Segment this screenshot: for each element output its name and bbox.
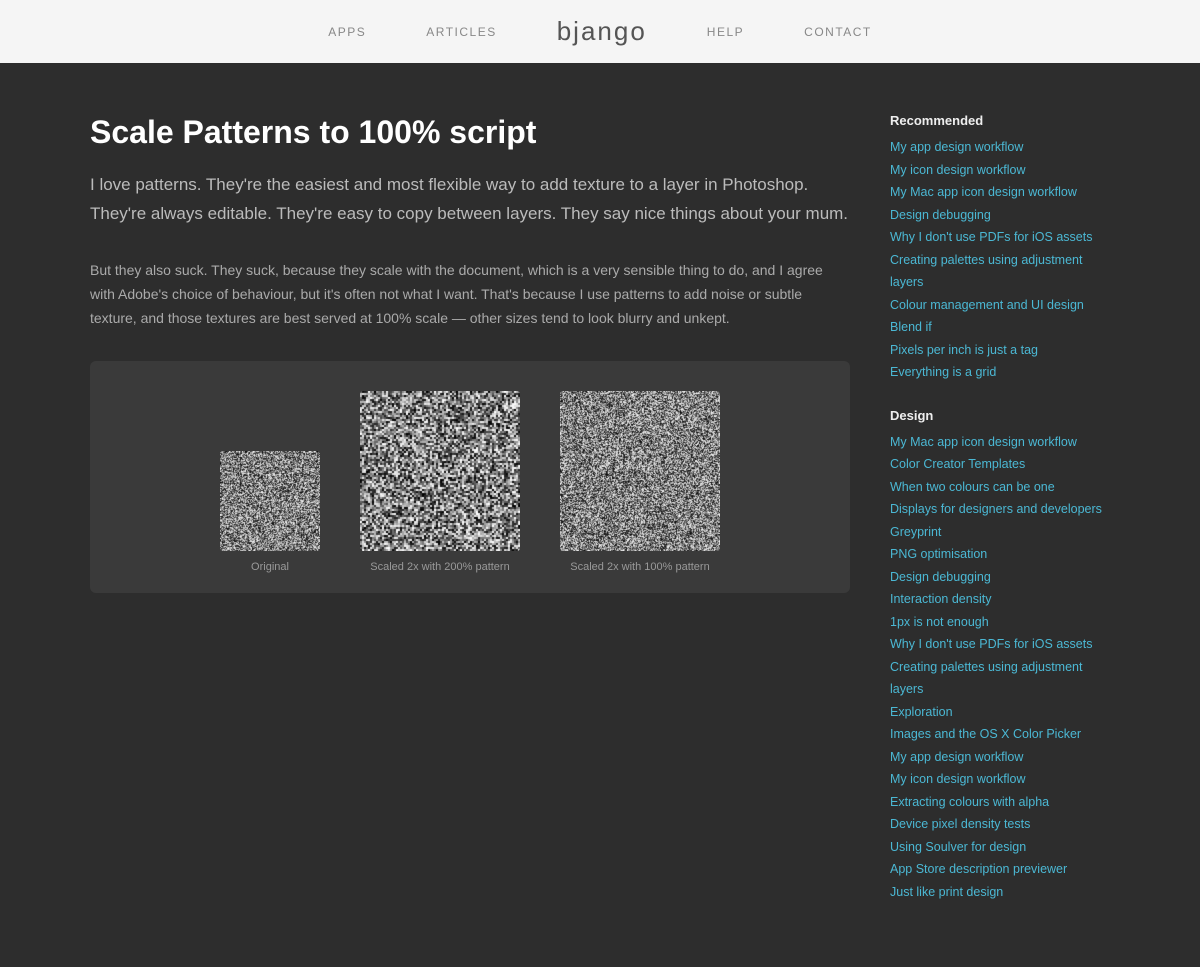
sidebar-link[interactable]: Everything is a grid — [890, 361, 1110, 384]
article-intro: I love patterns. They're the easiest and… — [90, 171, 850, 229]
sidebar-link[interactable]: Greyprint — [890, 521, 1110, 544]
sidebar-link[interactable]: 1px is not enough — [890, 611, 1110, 634]
sidebar-link[interactable]: Pixels per inch is just a tag — [890, 339, 1110, 362]
article: Scale Patterns to 100% script I love pat… — [90, 113, 850, 927]
sidebar-link[interactable]: Extracting colours with alpha — [890, 791, 1110, 814]
sidebar-link[interactable]: Color Creator Templates — [890, 453, 1110, 476]
sidebar-recommended: Recommended My app design workflowMy ico… — [890, 113, 1110, 384]
sidebar-link[interactable]: My icon design workflow — [890, 159, 1110, 182]
sidebar-link[interactable]: Just like print design — [890, 881, 1110, 904]
article-body: But they also suck. They suck, because t… — [90, 259, 850, 330]
sidebar-recommended-title: Recommended — [890, 113, 1110, 128]
sidebar-link[interactable]: App Store description previewer — [890, 858, 1110, 881]
sidebar-link[interactable]: Device pixel density tests — [890, 813, 1110, 836]
sidebar-link[interactable]: PNG optimisation — [890, 543, 1110, 566]
sidebar-link[interactable]: My app design workflow — [890, 746, 1110, 769]
pattern-100: Scaled 2x with 100% pattern — [560, 391, 720, 573]
sidebar-link[interactable]: Displays for designers and developers — [890, 498, 1110, 521]
sidebar: Recommended My app design workflowMy ico… — [890, 113, 1110, 927]
sidebar-link[interactable]: Creating palettes using adjustment layer… — [890, 656, 1110, 701]
sidebar-design: Design My Mac app icon design workflowCo… — [890, 408, 1110, 904]
sidebar-link[interactable]: Creating palettes using adjustment layer… — [890, 249, 1110, 294]
sidebar-link[interactable]: When two colours can be one — [890, 476, 1110, 499]
sidebar-link[interactable]: My Mac app icon design workflow — [890, 431, 1110, 454]
caption-original: Original — [251, 561, 289, 573]
sidebar-link[interactable]: Blend if — [890, 316, 1110, 339]
noise-200 — [360, 391, 520, 551]
sidebar-link[interactable]: Design debugging — [890, 204, 1110, 227]
recommended-links: My app design workflowMy icon design wor… — [890, 136, 1110, 384]
header: APPS ARTICLES bjango HELP CONTACT — [0, 0, 1200, 63]
sidebar-link[interactable]: My icon design workflow — [890, 768, 1110, 791]
caption-100: Scaled 2x with 100% pattern — [570, 561, 709, 573]
sidebar-link[interactable]: Exploration — [890, 701, 1110, 724]
pattern-original: Original — [220, 451, 320, 573]
caption-200: Scaled 2x with 200% pattern — [370, 561, 509, 573]
nav-contact-link[interactable]: CONTACT — [804, 25, 872, 39]
sidebar-link[interactable]: Using Soulver for design — [890, 836, 1110, 859]
sidebar-link[interactable]: Why I don't use PDFs for iOS assets — [890, 633, 1110, 656]
site-logo[interactable]: bjango — [557, 16, 647, 47]
sidebar-link[interactable]: Design debugging — [890, 566, 1110, 589]
sidebar-link[interactable]: Images and the OS X Color Picker — [890, 723, 1110, 746]
noise-100 — [560, 391, 720, 551]
noise-original — [220, 451, 320, 551]
nav: APPS ARTICLES bjango HELP CONTACT — [328, 16, 872, 47]
main-content: Scale Patterns to 100% script I love pat… — [70, 63, 1130, 967]
pattern-demo: Original Scaled 2x with 200% pattern Sca… — [90, 361, 850, 593]
sidebar-link[interactable]: Interaction density — [890, 588, 1110, 611]
design-links: My Mac app icon design workflowColor Cre… — [890, 431, 1110, 904]
sidebar-link[interactable]: Colour management and UI design — [890, 294, 1110, 317]
nav-articles-link[interactable]: ARTICLES — [426, 25, 496, 39]
sidebar-link[interactable]: My Mac app icon design workflow — [890, 181, 1110, 204]
sidebar-design-title: Design — [890, 408, 1110, 423]
nav-help-link[interactable]: HELP — [707, 25, 744, 39]
article-title: Scale Patterns to 100% script — [90, 113, 850, 151]
sidebar-link[interactable]: Why I don't use PDFs for iOS assets — [890, 226, 1110, 249]
pattern-200: Scaled 2x with 200% pattern — [360, 391, 520, 573]
nav-apps-link[interactable]: APPS — [328, 25, 366, 39]
sidebar-link[interactable]: My app design workflow — [890, 136, 1110, 159]
